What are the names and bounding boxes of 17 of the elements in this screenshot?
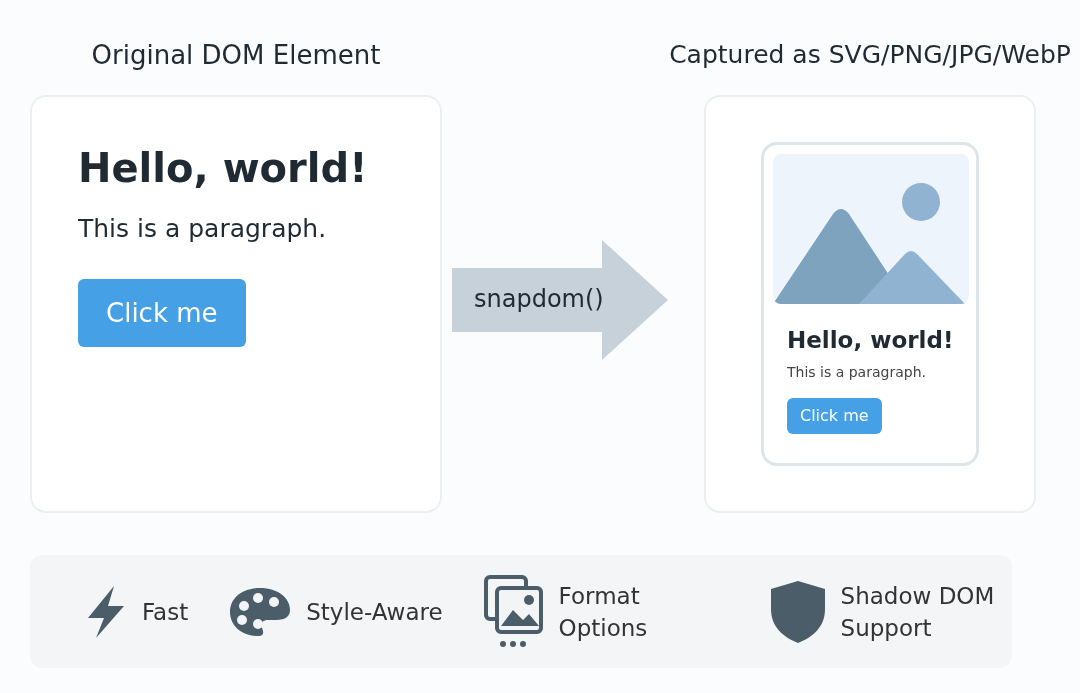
images-icon (482, 573, 545, 650)
feature-label: Style-Aware (306, 597, 443, 627)
palette-icon (228, 585, 293, 638)
heading: Hello, world! (78, 144, 368, 193)
heading: Hello, world! (787, 326, 954, 354)
landscape-image-icon (773, 154, 969, 304)
arrow-label: snapdom() (474, 284, 604, 314)
section-title: Original DOM Element (91, 39, 381, 72)
feature-label: Fast (142, 597, 189, 627)
paragraph: This is a paragraph. (787, 363, 926, 382)
paragraph: This is a paragraph. (78, 213, 327, 245)
shield-icon (768, 578, 827, 645)
click-me-button[interactable]: Click me (787, 398, 882, 434)
feature-label: Format Options (558, 581, 649, 643)
feature-label: Shadow DOM Support (840, 581, 996, 643)
section-title: Captured as SVG/PNG/JPG/WebP (669, 39, 1071, 71)
click-me-button[interactable]: Click me (78, 279, 246, 347)
